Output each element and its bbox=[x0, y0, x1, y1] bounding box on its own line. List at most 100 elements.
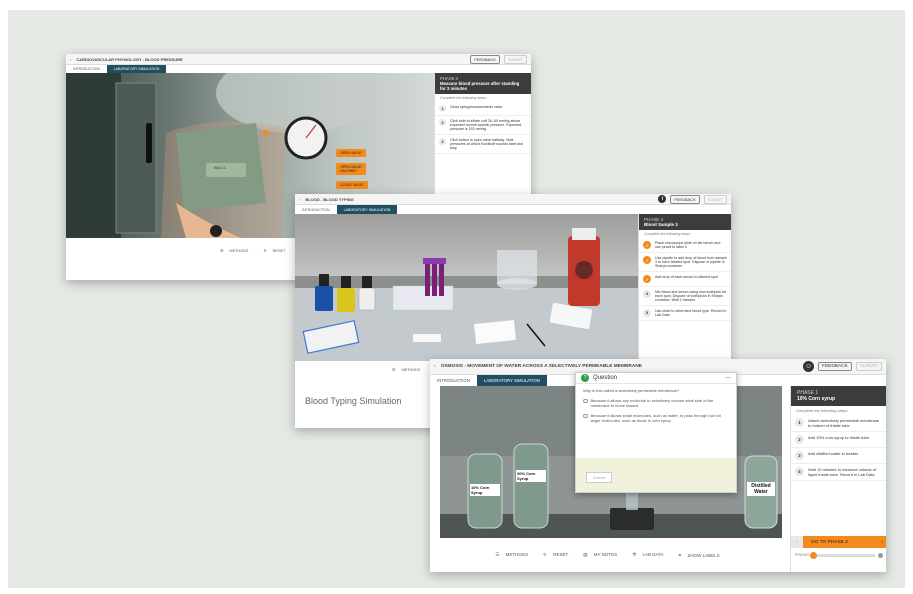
phases-slider-track[interactable] bbox=[809, 551, 875, 559]
phase-header: PHASE 1 10% Corn syrup bbox=[791, 386, 886, 406]
title-bar: ‹ BLOOD - BLOOD TYPING i FEEDBACK SUBMIT bbox=[295, 194, 731, 205]
show-labels-button[interactable]: ⌗ SHOW LABELS bbox=[679, 553, 725, 558]
step-number: 1 bbox=[795, 418, 804, 427]
open-valve-label[interactable]: OPEN VALVE bbox=[336, 149, 366, 157]
step-item: 5 Use chart to determine blood type. Reco… bbox=[639, 306, 731, 321]
step-complete-check-icon: ✓ bbox=[643, 256, 651, 264]
answer-option[interactable]: Because it allows small molecules, such … bbox=[583, 413, 729, 423]
question-submit-button[interactable]: Submit bbox=[586, 472, 613, 483]
feedback-button[interactable]: FEEDBACK bbox=[818, 362, 852, 371]
question-footer: Submit bbox=[576, 458, 736, 492]
tab-bar: INTRODUCTION LABORATORY SIMULATION bbox=[295, 205, 731, 214]
question-title: Question bbox=[593, 375, 618, 381]
step-item: ✓ Add drop of each serum to labeled spot bbox=[639, 272, 731, 287]
minimize-icon[interactable]: — bbox=[725, 375, 731, 381]
go-to-phase-button[interactable]: GO TO PHASE 2 › bbox=[803, 536, 886, 548]
step-item: 2 Click bulb to inflate cuff 30–50 mmHg a… bbox=[435, 116, 531, 135]
step-item: 4 Wait 10 minutes to measure volume of li… bbox=[791, 464, 886, 481]
phases-end-icon bbox=[878, 552, 883, 558]
step-item: 2 Add 10% corn syrup to thistle tube bbox=[791, 432, 886, 448]
question-prompt: Why is this called a selectively permeab… bbox=[583, 388, 680, 393]
phase-header: PHASE 4 Measure blood pressure after sta… bbox=[435, 73, 531, 94]
tab-introduction[interactable]: INTRODUCTION bbox=[295, 205, 337, 214]
answer-option[interactable]: Because it allows any molecule to select… bbox=[583, 398, 729, 408]
blood-typing-scene-illustration bbox=[295, 228, 638, 361]
bottle-label-distilled: Distilled Water bbox=[747, 482, 775, 496]
question-body: Why is this called a selectively permeab… bbox=[576, 384, 736, 427]
tab-bar: INTRODUCTION LABORATORY SIMULATION bbox=[66, 65, 531, 73]
step-item: ✓ Use pipette to add drop of blood from s… bbox=[639, 253, 731, 272]
phase-title: Measure blood pressure after standing fo… bbox=[440, 81, 520, 91]
lab-scale bbox=[610, 508, 654, 530]
phase-number: PHASE 4 bbox=[644, 217, 664, 222]
window-title: BLOOD - BLOOD TYPING bbox=[305, 196, 354, 202]
methods-button[interactable]: ☰ METHODS bbox=[495, 552, 533, 558]
window-osmosis: ‹ OSMOSIS - MOVEMENT OF WATER ACROSS A S… bbox=[430, 359, 886, 572]
window-title: OSMOSIS - MOVEMENT OF WATER ACROSS A SEL… bbox=[440, 364, 643, 369]
bottle-label-30: 30% Corn Syrup bbox=[516, 470, 546, 482]
lab-data-button[interactable]: ⚗ LAB DATA bbox=[632, 552, 668, 558]
close-valve-label[interactable]: CLOSE VALVE bbox=[336, 181, 368, 189]
feedback-button[interactable]: FEEDBACK bbox=[670, 194, 700, 204]
question-dialog: ? Question — Why is this called a select… bbox=[575, 372, 737, 493]
step-text: Add 10% corn syrup to thistle tube bbox=[808, 435, 869, 440]
phase-number: PHASE 4 bbox=[440, 76, 459, 81]
step-item: 4 Mix blood and serum using new toothpick… bbox=[639, 287, 731, 306]
go-to-phase-label: GO TO PHASE 2 bbox=[811, 539, 848, 545]
reagent-bottle-blue bbox=[315, 286, 333, 311]
submit-button[interactable]: SUBMIT bbox=[503, 54, 527, 64]
step-text: Use pipette to add drop of blood from sa… bbox=[655, 256, 727, 268]
phase-title: Blood Sample 3 bbox=[644, 222, 678, 227]
phase-number: PHASE 1 bbox=[797, 390, 819, 396]
reset-button[interactable]: ↻ RESET bbox=[263, 248, 290, 253]
simulation-title: Blood Typing Simulation bbox=[305, 396, 402, 406]
my-notes-button[interactable]: ▤ MY NOTES bbox=[583, 552, 622, 558]
step-text: Use chart to determine blood type. Recor… bbox=[655, 309, 727, 317]
radio-button[interactable] bbox=[583, 413, 588, 418]
step-complete-check-icon: ✓ bbox=[643, 275, 651, 283]
info-icon[interactable]: i bbox=[658, 195, 667, 203]
submit-button[interactable]: SUBMIT bbox=[703, 194, 727, 204]
background-frame: ‹ CARDIOVASCULAR PHYSIOLOGY - BLOOD PRES… bbox=[8, 10, 905, 588]
cabinet-shape bbox=[66, 73, 121, 238]
question-header: ? Question — bbox=[576, 373, 736, 384]
methods-button[interactable]: ☰ METHODS bbox=[392, 367, 425, 372]
step-text: Attach selectively permeable membrane to… bbox=[808, 418, 880, 428]
open-valve-halfway-label[interactable]: OPEN VALVE HALFWAY bbox=[336, 163, 366, 175]
accessibility-icon[interactable]: ☺ bbox=[803, 361, 815, 372]
reset-button[interactable]: ↻ RESET bbox=[543, 552, 573, 558]
methods-button[interactable]: ☰ METHODS bbox=[220, 248, 253, 253]
tab-laboratory-simulation[interactable]: LABORATORY SIMULATION bbox=[336, 205, 398, 214]
radio-button[interactable] bbox=[583, 398, 588, 403]
step-number: 2 bbox=[795, 435, 804, 444]
step-text: Click bulb to inflate cuff 30–50 mmHg ab… bbox=[450, 119, 522, 131]
step-number: 3 bbox=[795, 451, 804, 460]
tab-laboratory-simulation[interactable]: LABORATORY SIMULATION bbox=[106, 65, 167, 73]
steps-subtitle: Complete the following steps: bbox=[644, 232, 691, 236]
previous-phase-chevron-icon[interactable]: ‹ bbox=[791, 536, 803, 548]
back-chevron-icon[interactable]: ‹ bbox=[434, 364, 436, 369]
submit-button[interactable]: SUBMIT bbox=[855, 362, 882, 371]
back-chevron-icon[interactable]: ‹ bbox=[70, 57, 71, 62]
step-text: Wait 10 minutes to measure volume of liq… bbox=[808, 467, 877, 477]
answer-text: Because it allows any molecule to select… bbox=[590, 398, 714, 408]
cuff-label: Bild 11 bbox=[214, 165, 226, 170]
phases-slider-handle[interactable] bbox=[809, 551, 817, 559]
step-item: 1 Close sphygmomanometer valve bbox=[435, 102, 531, 116]
step-text: Click button to open valve halfway. Note… bbox=[450, 138, 523, 150]
step-number: 3 bbox=[439, 138, 446, 145]
step-text: Mix blood and serum using new toothpick … bbox=[655, 290, 727, 302]
step-complete-check-icon: ✓ bbox=[643, 241, 651, 249]
reagent-bottle-yellow bbox=[337, 288, 355, 312]
step-number: 4 bbox=[643, 290, 651, 298]
feedback-button[interactable]: FEEDBACK bbox=[470, 54, 500, 64]
step-number: 5 bbox=[643, 309, 651, 317]
steps-subtitle: Complete the following steps: bbox=[440, 96, 487, 100]
simulation-scene[interactable] bbox=[295, 214, 638, 361]
tab-introduction[interactable]: INTRODUCTION bbox=[430, 375, 477, 386]
bottom-toolbar: ☰ METHODS ↻ RESET ▤ MY NOTES ⚗ LAB DATA … bbox=[430, 538, 790, 572]
tab-laboratory-simulation[interactable]: LABORATORY SIMULATION bbox=[476, 375, 547, 386]
tab-introduction[interactable]: INTRODUCTION bbox=[66, 65, 107, 73]
back-chevron-icon[interactable]: ‹ bbox=[299, 197, 300, 202]
step-text: Add drop of each serum to labeled spot bbox=[655, 275, 718, 279]
